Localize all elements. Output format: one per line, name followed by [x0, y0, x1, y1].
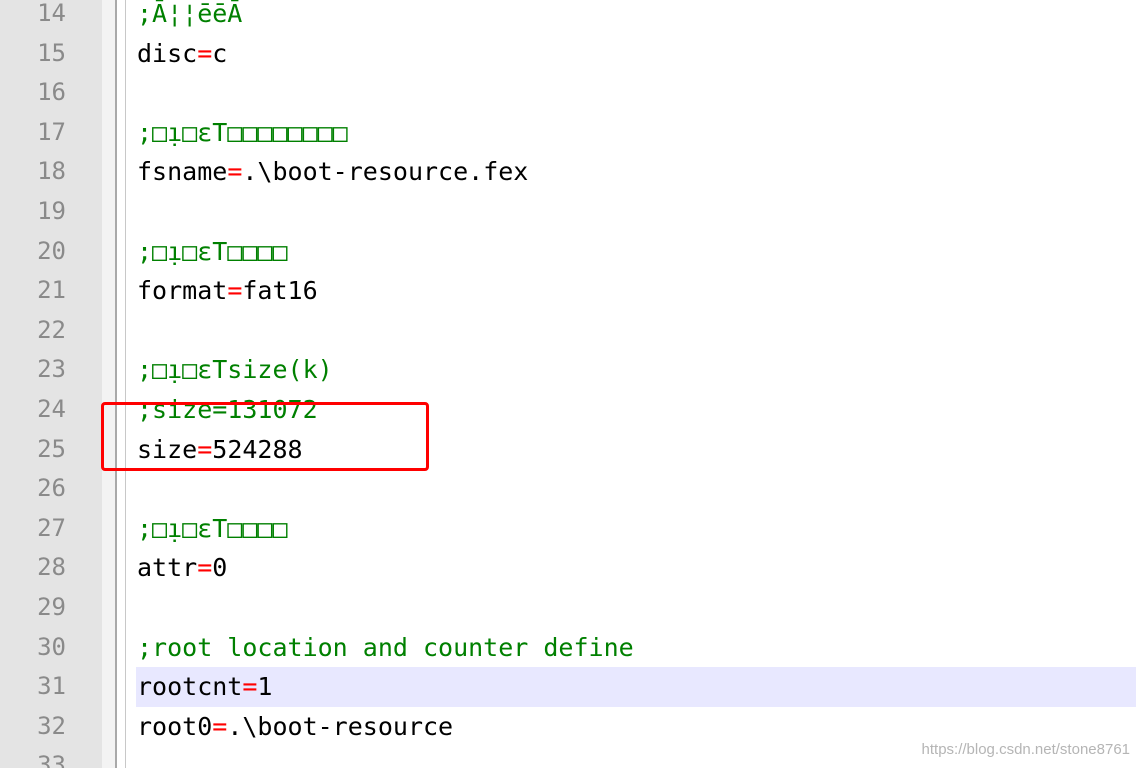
config-key: rootcnt: [137, 672, 243, 702]
line-number: 28: [37, 553, 66, 582]
line-number: 32: [37, 711, 66, 740]
code-line-content[interactable]: [136, 192, 1136, 232]
config-value: fat16: [242, 276, 318, 306]
code-line-content[interactable]: ;□ı̣□εT□□□□□□□□: [136, 113, 1136, 153]
code-line[interactable]: 21 format=fat16: [0, 271, 1136, 311]
code-line-content[interactable]: [136, 588, 1136, 628]
code-line[interactable]: 30 ;root location and counter define: [0, 628, 1136, 668]
line-number: 29: [37, 592, 66, 621]
code-line[interactable]: 28 attr=0: [0, 548, 1136, 588]
code-line-content[interactable]: disc=c: [136, 34, 1136, 74]
line-number: 20: [37, 236, 66, 265]
code-line[interactable]: 18 fsname=.\boot-resource.fex: [0, 152, 1136, 192]
code-line[interactable]: 17 ;□ı̣□εT□□□□□□□□: [0, 113, 1136, 153]
key-value-text: disc=c: [137, 34, 227, 74]
config-value: .\boot-resource: [227, 711, 454, 741]
line-number: 31: [37, 672, 66, 701]
line-number: 17: [37, 117, 66, 146]
watermark-text: https://blog.csdn.net/stone8761: [921, 741, 1130, 758]
red-highlight-box: [101, 402, 429, 471]
key-value-text: rootcnt=1: [137, 667, 272, 707]
config-value: 0: [212, 553, 228, 583]
code-editor[interactable]: 14 ;Ā¦¦ēēĀ 15 disc=c 16 17 ;□ı̣□εT□□□□□□□□ 18 fs…: [0, 0, 1136, 768]
config-key: root0: [137, 711, 213, 741]
key-value-text: fsname=.\boot-resource.fex: [137, 152, 528, 192]
equals-operator: =: [227, 157, 243, 187]
code-line[interactable]: 19: [0, 192, 1136, 232]
code-line[interactable]: 20 ;□ı̣□εT□□□□: [0, 232, 1136, 272]
current-line[interactable]: 31 rootcnt=1: [0, 667, 1136, 707]
equals-operator: =: [242, 672, 258, 702]
line-number: 23: [37, 355, 66, 384]
line-number: 21: [37, 276, 66, 305]
comment-text: ;□ı̣□εTsize(k): [137, 355, 333, 385]
equals-operator: =: [227, 276, 243, 306]
code-line-content[interactable]: ;root location and counter define: [136, 628, 1136, 668]
config-value: .\boot-resource.fex: [242, 157, 529, 187]
key-value-text: format=fat16: [137, 271, 318, 311]
line-number: 18: [37, 157, 66, 186]
code-line-content[interactable]: ;Ā¦¦ēēĀ: [136, 0, 1136, 34]
line-number: 14: [37, 0, 66, 27]
code-line[interactable]: 26: [0, 469, 1136, 509]
line-number: 19: [37, 196, 66, 225]
equals-operator: =: [212, 711, 228, 741]
comment-text: ;Ā¦¦ēēĀ: [137, 0, 243, 28]
editor-lines: 14 ;Ā¦¦ēēĀ 15 disc=c 16 17 ;□ı̣□εT□□□□□□□□ 18 fs…: [0, 0, 1136, 768]
config-key: format: [137, 276, 228, 306]
line-number: 16: [37, 78, 66, 107]
code-line[interactable]: 14 ;Ā¦¦ēēĀ: [0, 0, 1136, 34]
code-line-content[interactable]: ;□ı̣□εT□□□□: [136, 232, 1136, 272]
code-line-content[interactable]: [136, 311, 1136, 351]
code-line-content[interactable]: [136, 469, 1136, 509]
comment-text: ;root location and counter define: [137, 632, 634, 662]
line-number: 30: [37, 632, 66, 661]
code-line[interactable]: 22: [0, 311, 1136, 351]
code-line[interactable]: 27 ;□ı̣□εT□□□□: [0, 509, 1136, 549]
code-line-content[interactable]: rootcnt=1: [136, 667, 1136, 707]
line-number: 22: [37, 315, 66, 344]
key-value-text: root0=.\boot-resource: [137, 707, 453, 747]
config-key: fsname: [137, 157, 228, 187]
code-line-content[interactable]: attr=0: [136, 548, 1136, 588]
comment-text: ;□ı̣□εT□□□□□□□□: [137, 117, 348, 147]
comment-text: ;□ı̣□εT□□□□: [137, 236, 288, 266]
code-line[interactable]: 23 ;□ı̣□εTsize(k): [0, 350, 1136, 390]
code-line[interactable]: 29: [0, 588, 1136, 628]
key-value-text: attr=0: [137, 548, 227, 588]
line-number: 15: [37, 38, 66, 67]
code-line[interactable]: 15 disc=c: [0, 34, 1136, 74]
config-key: disc: [137, 38, 198, 68]
equals-operator: =: [197, 553, 213, 583]
comment-text: ;□ı̣□εT□□□□: [137, 513, 288, 543]
code-line-content[interactable]: ;□ı̣□εTsize(k): [136, 350, 1136, 390]
line-number: 27: [37, 513, 66, 542]
code-line-content[interactable]: ;□ı̣□εT□□□□: [136, 509, 1136, 549]
equals-operator: =: [197, 38, 213, 68]
config-value: 1: [257, 672, 273, 702]
config-value: c: [212, 38, 228, 68]
code-line-content[interactable]: fsname=.\boot-resource.fex: [136, 152, 1136, 192]
code-line-content[interactable]: format=fat16: [136, 271, 1136, 311]
line-number: 33: [37, 751, 66, 768]
line-number: 25: [37, 434, 66, 463]
line-number: 26: [37, 474, 66, 503]
code-line[interactable]: 16: [0, 73, 1136, 113]
config-key: attr: [137, 553, 198, 583]
code-line-content[interactable]: [136, 73, 1136, 113]
line-number: 24: [37, 394, 66, 423]
